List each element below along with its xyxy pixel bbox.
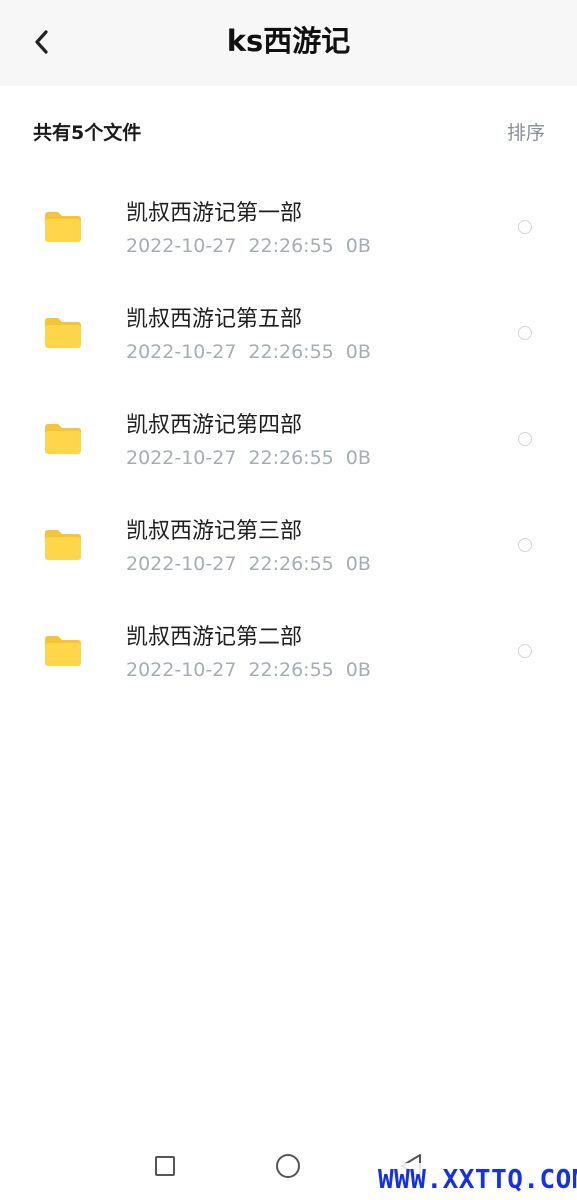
file-meta: 2022-10-27 22:26:55 0B — [126, 444, 383, 472]
file-row[interactable]: 凯叔西游记第二部 2022-10-27 22:26:55 0B — [0, 600, 577, 706]
file-time: 22:26:55 — [248, 447, 334, 469]
page-title: ks西游记 — [226, 24, 351, 58]
square-recents-icon[interactable] — [155, 1156, 175, 1176]
file-time: 22:26:55 — [248, 341, 334, 363]
file-size: 0B — [345, 659, 371, 681]
watermark-text: WWW.XXTTQ.COM — [378, 1163, 577, 1197]
file-size: 0B — [345, 553, 371, 575]
select-radio[interactable] — [518, 220, 532, 234]
file-name: 凯叔西游记第三部 — [126, 519, 303, 544]
file-list: 凯叔西游记第一部 2022-10-27 22:26:55 0B 凯叔西游记第五部 2… — [0, 176, 577, 706]
file-row[interactable]: 凯叔西游记第四部 2022-10-27 22:26:55 0B — [0, 388, 577, 494]
file-name: 凯叔西游记第二部 — [126, 625, 303, 650]
file-size: 0B — [345, 341, 371, 363]
top-app-bar: ks西游记 — [0, 0, 577, 86]
file-time: 22:26:55 — [248, 553, 334, 575]
file-size: 0B — [345, 235, 371, 257]
circle-home-icon[interactable] — [276, 1154, 300, 1178]
file-row[interactable]: 凯叔西游记第五部 2022-10-27 22:26:55 0B — [0, 282, 577, 388]
folder-icon — [45, 636, 81, 666]
file-name: 凯叔西游记第一部 — [126, 201, 303, 226]
file-meta: 2022-10-27 22:26:55 0B — [126, 232, 383, 260]
file-size: 0B — [345, 447, 371, 469]
folder-icon — [45, 212, 81, 242]
file-row[interactable]: 凯叔西游记第一部 2022-10-27 22:26:55 0B — [0, 176, 577, 282]
file-date: 2022-10-27 — [126, 447, 237, 469]
file-time: 22:26:55 — [248, 659, 334, 681]
file-name: 凯叔西游记第五部 — [126, 307, 303, 332]
file-count-label: 共有5个文件 — [33, 122, 142, 144]
select-radio[interactable] — [518, 538, 532, 552]
file-meta: 2022-10-27 22:26:55 0B — [126, 550, 383, 578]
select-radio[interactable] — [518, 432, 532, 446]
folder-icon — [45, 530, 81, 560]
file-meta: 2022-10-27 22:26:55 0B — [126, 338, 383, 366]
file-time: 22:26:55 — [248, 235, 334, 257]
file-date: 2022-10-27 — [126, 341, 237, 363]
file-date: 2022-10-27 — [126, 553, 237, 575]
select-radio[interactable] — [518, 644, 532, 658]
file-name: 凯叔西游记第四部 — [126, 413, 303, 438]
file-row[interactable]: 凯叔西游记第三部 2022-10-27 22:26:55 0B — [0, 494, 577, 600]
select-radio[interactable] — [518, 326, 532, 340]
file-date: 2022-10-27 — [126, 659, 237, 681]
file-meta: 2022-10-27 22:26:55 0B — [126, 656, 383, 684]
file-date: 2022-10-27 — [126, 235, 237, 257]
sort-button[interactable]: 排序 — [507, 118, 545, 148]
folder-icon — [45, 424, 81, 454]
folder-icon — [45, 318, 81, 348]
